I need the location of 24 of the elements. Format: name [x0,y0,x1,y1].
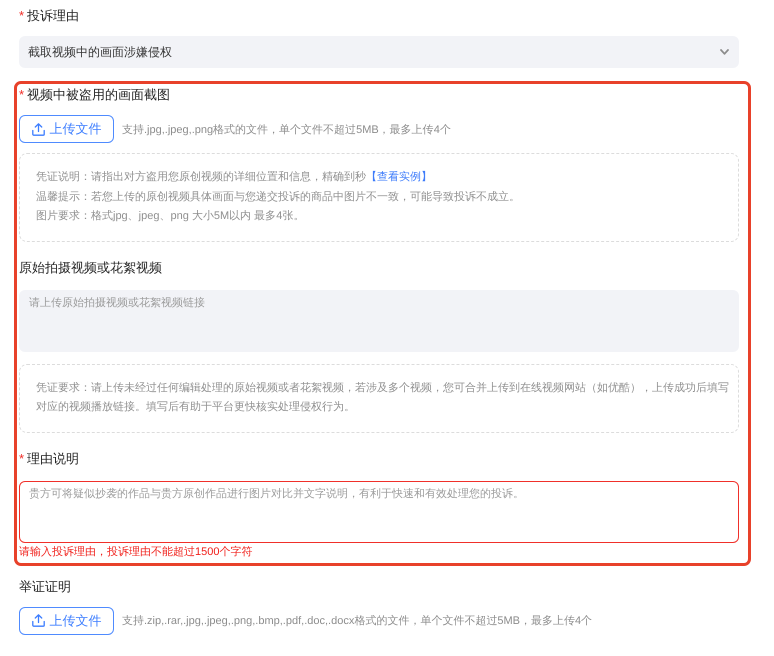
required-mark: * [19,450,24,468]
field-label: 视频中被盗用的画面截图 [27,86,170,104]
note-text: 凭证说明：请指出对方盗用您原创视频的详细位置和信息，精确到秒【查看实例】 [36,170,433,185]
upload-button[interactable]: 上传文件 [19,115,114,143]
upload-hint: 支持.jpg,.jpeg,.png格式的文件，单个文件不超过5MB，最多上传4个 [122,122,451,136]
note-text: 温馨提示：若您上传的原创视频具体画面与您递交投诉的商品中图片不一致，可能导致投诉不成立。 [36,190,521,204]
required-mark: * [19,86,24,104]
example-link[interactable]: 【查看实例】 [366,171,432,183]
upload-icon [32,122,44,136]
text-area-field[interactable]: 请上传原始拍摄视频或花絮视频链接 [19,290,739,352]
error-message: 请输入投诉理由，投诉理由不能超过1500个字符 [19,544,254,560]
chevron-down-icon [720,49,729,55]
field-label: 举证证明 [19,578,71,596]
note-text: 图片要求：格式jpg、jpeg、png 大小5M以内 最多4张。 [36,209,306,224]
field-label: 投诉理由 [27,7,80,25]
reason-select[interactable]: 截取视频中的画面涉嫌侵权 [19,36,739,68]
upload-hint: 支持.zip,.rar,.jpg,.jpeg,.png,.bmp,.pdf,.doc,.docx格式的文件，单个文件不超过5MB，最多上传4个 [122,614,592,628]
required-mark: * [19,7,24,25]
note-text: 凭证要求：请上传未经过任何编辑处理的原始视频或者花絮视频，若涉及多个视频，您可合并上传到在线视频网站（如优酷），上传成功后填写对应的视频播放链接。填写后有助于平台更快核实处理侵权行为。 [36,380,730,415]
text-area-field[interactable]: 贵方可将疑似抄袭的作品与贵方原创作品进行图片对比并文字说明，有利于快速和有效处理您的投诉。 [19,480,739,542]
upload-icon [32,614,44,627]
upload-button[interactable]: 上传文件 [19,606,114,634]
field-label: 理由说明 [27,450,80,468]
field-label: 原始拍摄视频或花絮视频 [19,258,162,276]
